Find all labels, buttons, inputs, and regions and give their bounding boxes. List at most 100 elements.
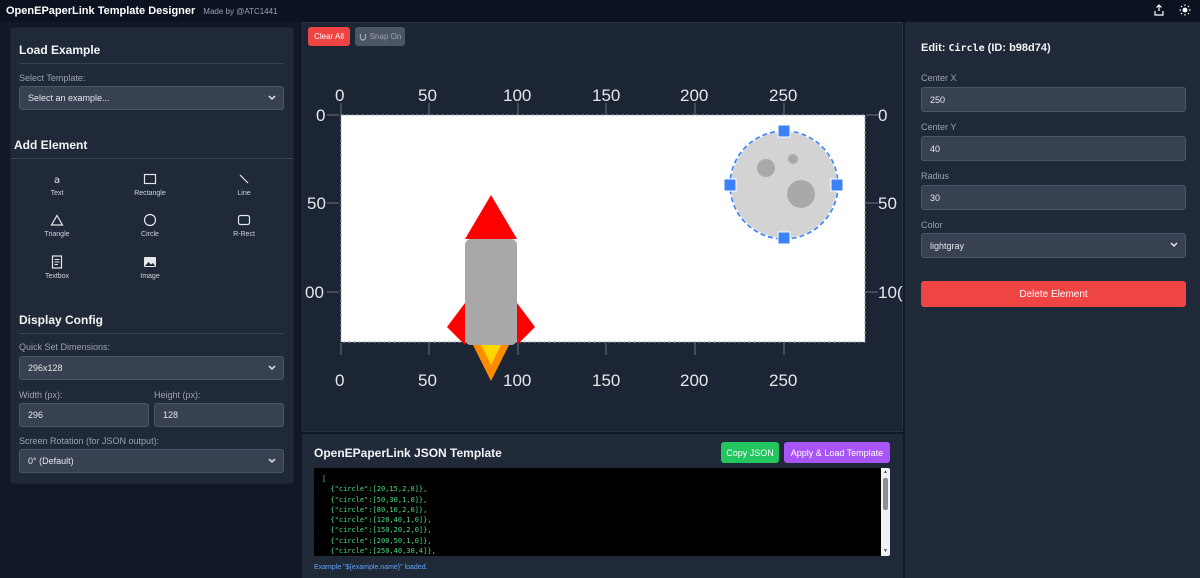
text-icon: a: [49, 171, 65, 187]
tool-text[interactable]: a Text: [27, 171, 87, 205]
ruler-tick-label: 250: [769, 86, 797, 105]
tool-rounded-rect[interactable]: R-Rect: [214, 212, 274, 246]
delete-element-button[interactable]: Delete Element: [921, 281, 1186, 307]
share-icon[interactable]: [1152, 3, 1166, 17]
width-input[interactable]: 296: [19, 403, 149, 427]
select-template-label: Select Template:: [19, 73, 86, 83]
display-config-title: Display Config: [19, 313, 104, 327]
chevron-down-icon: [268, 458, 276, 464]
center-x-label: Center X: [921, 73, 957, 83]
template-select-value: Select an example...: [28, 93, 110, 103]
app-title: OpenEPaperLink Template Designer: [6, 5, 196, 17]
properties-panel: Edit: Circle (ID: b98d74) Center X 250 C…: [905, 22, 1200, 578]
canvas-panel: Clear All Snap On 0 50 100 150 200 250 0…: [302, 22, 903, 432]
resize-handle[interactable]: [777, 124, 791, 138]
image-icon: [142, 254, 158, 270]
copy-json-button[interactable]: Copy JSON: [721, 442, 779, 463]
center-y-input[interactable]: 40: [921, 136, 1186, 161]
ruler-tick-label: 150: [592, 371, 620, 390]
rocket-body[interactable]: [465, 239, 517, 345]
ruler-tick-label: 00: [305, 283, 324, 302]
tool-line[interactable]: Line: [214, 171, 274, 205]
template-select[interactable]: Select an example...: [19, 86, 284, 110]
design-canvas[interactable]: 0 50 100 150 200 250 0 50 100 150 200 25…: [303, 23, 904, 433]
width-label: Width (px):: [19, 390, 63, 400]
ruler-tick-label: 50: [878, 194, 897, 213]
rectangle-icon: [142, 171, 158, 187]
scroll-up-icon[interactable]: ▲: [882, 469, 889, 476]
divider: [11, 158, 293, 159]
svg-text:a: a: [54, 175, 60, 185]
edit-title: Edit: Circle (ID: b98d74): [921, 42, 1051, 54]
status-message: Example "${example.name}" loaded.: [314, 564, 428, 571]
right-ruler: 0 50 10(: [878, 106, 903, 302]
rotation-value: 0° (Default): [28, 456, 74, 466]
left-panel: Load Example Select Template: Select an …: [10, 27, 294, 484]
color-select[interactable]: lightgray: [921, 233, 1186, 258]
tool-rectangle[interactable]: Rectangle: [120, 171, 180, 205]
ruler-tick-label: 100: [503, 86, 531, 105]
center-y-label: Center Y: [921, 122, 957, 132]
tool-circle[interactable]: Circle: [120, 212, 180, 246]
ruler-tick-label: 200: [680, 371, 708, 390]
left-ruler: 0 50 00: [305, 106, 326, 302]
apply-load-template-button[interactable]: Apply & Load Template: [784, 442, 890, 463]
moon-crater: [787, 180, 815, 208]
ruler-tick-label: 250: [769, 371, 797, 390]
ruler-tick-label: 100: [503, 371, 531, 390]
top-ruler: 0 50 100 150 200 250: [335, 86, 797, 105]
scroll-down-icon[interactable]: ▼: [882, 548, 889, 555]
tool-triangle[interactable]: Triangle: [27, 212, 87, 246]
rounded-rect-icon: [236, 212, 252, 228]
app-subtitle: Made by @ATC1441: [203, 6, 278, 16]
quick-set-label: Quick Set Dimensions:: [19, 342, 111, 352]
top-icons: [1152, 3, 1192, 17]
resize-handle[interactable]: [723, 178, 737, 192]
ruler-tick-label: 0: [878, 106, 887, 125]
color-label: Color: [921, 220, 943, 230]
json-code: [ {"circle":[20,15,2,0]}, {"circle":[50,…: [322, 475, 436, 556]
scrollbar[interactable]: ▲ ▼: [881, 468, 890, 556]
divider: [19, 63, 284, 64]
left-ruler-ticks: [327, 114, 339, 293]
ruler-tick-label: 0: [335, 371, 344, 390]
ruler-tick-label: 50: [307, 194, 326, 213]
textbox-icon: [49, 254, 65, 270]
bottom-ruler-ticks: [340, 343, 785, 355]
add-element-title: Add Element: [14, 138, 88, 152]
chevron-down-icon: [268, 95, 276, 101]
resize-handle[interactable]: [830, 178, 844, 192]
center-x-input[interactable]: 250: [921, 87, 1186, 112]
moon-drawing[interactable]: [731, 132, 837, 238]
rotation-label: Screen Rotation (for JSON output):: [19, 436, 160, 446]
height-input[interactable]: 128: [154, 403, 284, 427]
divider: [19, 333, 284, 334]
right-ruler-ticks: [866, 114, 878, 293]
ruler-tick-label: 10(: [878, 283, 903, 302]
height-label: Height (px):: [154, 390, 201, 400]
top-bar: OpenEPaperLink Template Designer Made by…: [0, 0, 1200, 22]
chevron-down-icon: [1170, 242, 1178, 248]
quick-set-value: 296x128: [28, 363, 63, 373]
json-textarea[interactable]: [ {"circle":[20,15,2,0]}, {"circle":[50,…: [314, 468, 890, 556]
ruler-tick-label: 50: [418, 86, 437, 105]
load-example-title: Load Example: [19, 43, 101, 57]
triangle-icon: [49, 212, 65, 228]
tool-textbox[interactable]: Textbox: [27, 254, 87, 288]
quick-set-select[interactable]: 296x128: [19, 356, 284, 380]
color-select-value: lightgray: [930, 240, 965, 251]
scroll-thumb[interactable]: [883, 478, 888, 510]
json-panel: OpenEPaperLink JSON Template Copy JSON A…: [302, 434, 903, 578]
ruler-tick-label: 0: [316, 106, 325, 125]
bottom-ruler: 0 50 100 150 200 250: [335, 371, 797, 390]
ruler-tick-label: 0: [335, 86, 344, 105]
radius-input[interactable]: 30: [921, 185, 1186, 210]
selected-circle[interactable]: [731, 132, 837, 238]
tool-image[interactable]: Image: [120, 254, 180, 288]
sun-icon[interactable]: [1178, 3, 1192, 17]
resize-handle[interactable]: [777, 231, 791, 245]
moon-crater: [757, 159, 775, 177]
ruler-tick-label: 200: [680, 86, 708, 105]
rotation-select[interactable]: 0° (Default): [19, 449, 284, 473]
ruler-tick-label: 50: [418, 371, 437, 390]
